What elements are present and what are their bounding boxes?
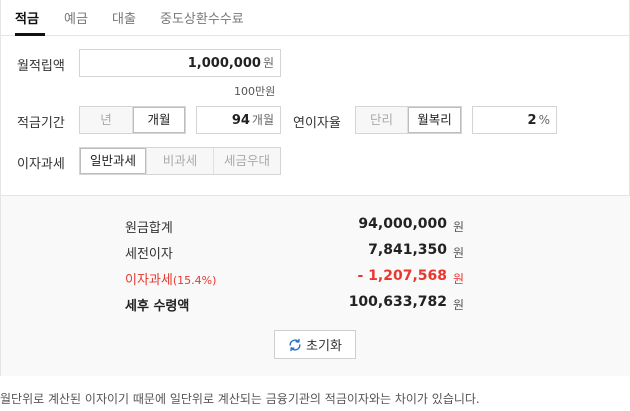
rate-unit: % [538,113,550,127]
interest-tax-rate: (15.4%) [172,274,217,287]
net-amount-unit: 원 [453,298,465,312]
principal-total-label: 원금합계 [125,221,173,236]
period-option-month[interactable]: 개월 [133,107,185,133]
rate-type-toggle: 단리 월복리 [355,106,462,134]
net-amount-value: 100,633,782 [348,294,447,310]
monthly-deposit-unit: 원 [262,56,274,70]
principal-total-value: 94,000,000 [358,216,447,232]
rate-value: 2 [527,113,537,128]
reset-button-label: 초기화 [306,339,342,354]
monthly-deposit-input[interactable]: 1,000,000 원 [79,49,281,77]
tax-option-preferential[interactable]: 세금우대 [214,148,280,174]
period-unit: 개월 [251,113,274,127]
pretax-interest-unit: 원 [453,246,465,260]
interest-tax-unit: 원 [453,272,465,286]
pretax-interest-value: 7,841,350 [368,242,447,258]
calculator-card: 적금 예금 대출 중도상환수수료 월적립액 1,000,000 원 100만원 적… [0,0,630,376]
reset-button[interactable]: 초기화 [274,330,356,359]
refresh-icon [289,338,301,351]
interest-tax-label-main: 이자과세 [125,273,173,288]
interest-tax-value: - 1,207,568 [357,268,447,284]
monthly-deposit-label: 월적립액 [17,59,65,74]
monthly-deposit-hint: 100만원 [234,85,276,98]
period-label: 적금기간 [17,116,65,131]
pretax-interest-label: 세전이자 [125,247,173,262]
rate-label: 연이자율 [293,116,341,131]
tax-type-label: 이자과세 [17,157,65,172]
tab-deposit[interactable]: 예금 [64,8,88,27]
interest-tax-label: 이자과세(15.4%) [125,269,216,288]
net-amount-label: 세후 수령액 [125,299,190,314]
principal-total-unit: 원 [453,220,465,234]
period-unit-toggle: 년 개월 [79,106,186,134]
period-input[interactable]: 94 개월 [196,106,281,134]
tab-savings[interactable]: 적금 [15,8,39,27]
tax-option-exempt[interactable]: 비과세 [147,148,214,174]
tab-prepayment-fee[interactable]: 중도상환수수료 [160,8,244,27]
rate-option-simple[interactable]: 단리 [356,107,408,133]
period-option-year[interactable]: 년 [80,107,133,133]
rate-input[interactable]: 2% [472,106,557,134]
tax-type-toggle: 일반과세 비과세 세금우대 [79,147,281,175]
tab-bar: 적금 예금 대출 중도상환수수료 [1,0,630,36]
tax-option-general[interactable]: 일반과세 [80,148,147,174]
footnote: 월단위로 계산된 이자이기 때문에 일단위로 계산되는 금융기관의 적금이자와는… [0,392,480,406]
period-value: 94 [231,113,250,128]
tab-loan[interactable]: 대출 [112,8,136,27]
active-tab-indicator [15,33,45,36]
monthly-deposit-value: 1,000,000 [187,56,261,71]
rate-option-monthly-compound[interactable]: 월복리 [408,107,461,133]
